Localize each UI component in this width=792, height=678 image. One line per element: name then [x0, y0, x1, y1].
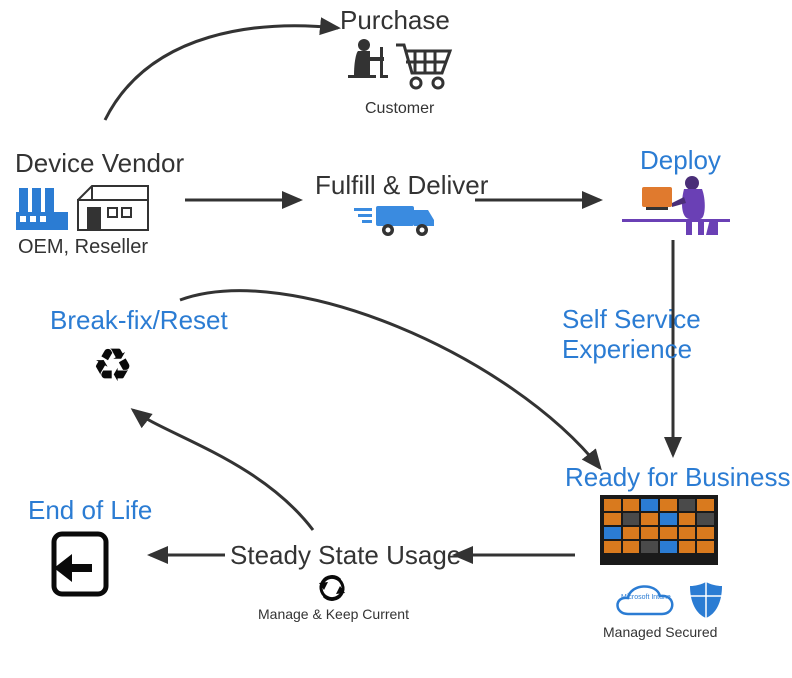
return-box-icon: [48, 528, 112, 600]
vendor-title: Device Vendor: [15, 148, 184, 179]
selfservice-line2: Experience: [562, 334, 692, 364]
selfservice-line1: Self Service: [562, 304, 701, 334]
selfservice-label: Self Service Experience: [562, 305, 722, 365]
purchase-title: Purchase: [340, 5, 450, 36]
sync-icon: [316, 572, 348, 604]
intune-cloud-icon: [608, 580, 680, 624]
purchase-sub: Customer: [365, 100, 434, 118]
diagram-canvas: { "nodes": { "vendor": {"title": "Device…: [0, 0, 792, 678]
deploy-title: Deploy: [640, 145, 721, 176]
deploy-user-icon: [616, 175, 736, 245]
steady-title: Steady State Usage: [230, 540, 461, 571]
arrow-steady-to-breakfix: [133, 410, 313, 530]
arrow-breakfix-to-ready: [180, 291, 600, 468]
ready-title: Ready for Business: [565, 462, 790, 493]
customer-cart-icon: [342, 35, 462, 99]
recycle-icon: ♻: [92, 338, 133, 392]
shield-icon: [688, 580, 724, 620]
factory-icon: [16, 178, 166, 234]
ready-sub: Managed Secured: [603, 624, 717, 640]
vendor-sub: OEM, Reseller: [18, 236, 148, 259]
breakfix-title: Break-fix/Reset: [50, 305, 228, 336]
arrow-vendor-to-purchase: [105, 26, 338, 120]
start-menu-icon: [600, 495, 718, 565]
intune-label: Microsoft Intune: [621, 594, 671, 601]
steady-sub: Manage & Keep Current: [258, 606, 409, 622]
fulfill-title: Fulfill & Deliver: [315, 170, 488, 201]
delivery-truck-icon: [350, 200, 440, 244]
eol-title: End of Life: [28, 495, 152, 526]
